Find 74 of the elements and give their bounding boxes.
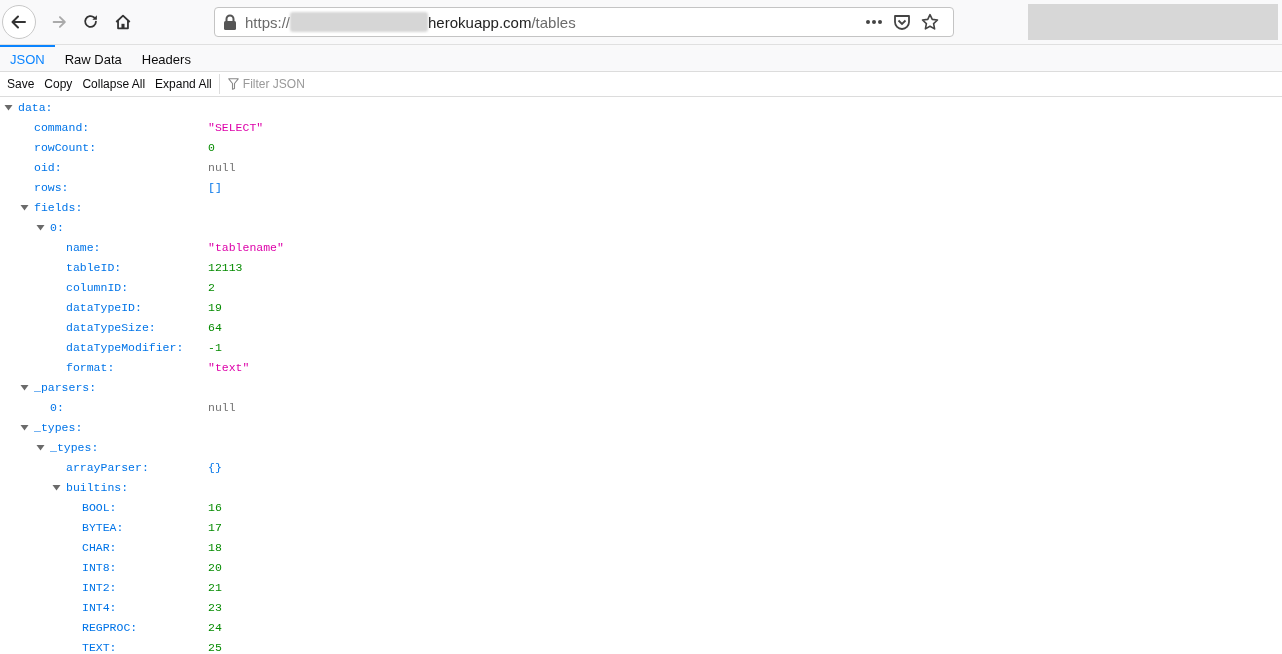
json-value: 17 — [208, 520, 222, 534]
json-key: columnID: — [66, 280, 129, 294]
more-icon[interactable] — [865, 19, 883, 25]
json-value: 23 — [208, 600, 222, 614]
json-key: INT2: — [82, 580, 117, 594]
json-value: "SELECT" — [208, 120, 264, 134]
toolbar-button[interactable]: Save — [2, 77, 40, 91]
url-scheme: https:// — [245, 13, 291, 31]
expand-toggle-icon[interactable] — [36, 222, 45, 232]
json-key: builtins: — [66, 480, 129, 494]
expand-toggle-icon[interactable] — [52, 482, 61, 492]
json-value: "tablename" — [208, 240, 284, 254]
json-value: null — [208, 400, 236, 414]
json-value: -1 — [208, 340, 222, 354]
lock-icon — [223, 14, 237, 30]
url-host: herokuapp.com — [428, 13, 532, 31]
json-value: 21 — [208, 580, 222, 594]
json-value: 64 — [208, 320, 222, 334]
back-button[interactable] — [2, 5, 36, 39]
expand-toggle-icon[interactable] — [20, 202, 29, 212]
star-icon[interactable] — [921, 13, 939, 31]
toolbar-button[interactable]: Copy — [39, 77, 78, 91]
json-key: data: — [18, 100, 53, 114]
json-key: BYTEA: — [82, 520, 124, 534]
json-value: 2 — [208, 280, 215, 294]
viewer-tab[interactable]: Raw Data — [54, 45, 132, 71]
json-key: rowCount: — [34, 140, 97, 154]
json-key: INT4: — [82, 600, 117, 614]
json-value: 24 — [208, 620, 222, 634]
json-key: arrayParser: — [66, 460, 149, 474]
json-key: _types: — [50, 440, 99, 454]
expand-toggle-icon[interactable] — [20, 382, 29, 392]
viewer-tab[interactable]: Headers — [131, 45, 201, 71]
json-key: fields: — [34, 200, 83, 214]
toolbar-button[interactable]: Collapse All — [77, 77, 151, 91]
json-key: 0: — [50, 400, 64, 414]
json-key: rows: — [34, 180, 69, 194]
json-key: TEXT: — [82, 640, 117, 654]
json-value: [] — [208, 180, 222, 194]
json-key: INT8: — [82, 560, 117, 574]
json-key: REGPROC: — [82, 620, 138, 634]
expand-toggle-icon[interactable] — [20, 422, 29, 432]
filter-icon — [227, 78, 239, 90]
home-icon[interactable] — [114, 13, 132, 31]
json-value: null — [208, 160, 236, 174]
json-key: _types: — [34, 420, 83, 434]
json-value: 25 — [208, 640, 222, 654]
json-key: tableID: — [66, 260, 122, 274]
pocket-icon[interactable] — [893, 13, 911, 31]
json-key: command: — [34, 120, 90, 134]
json-value: 19 — [208, 300, 222, 314]
json-key: name: — [66, 240, 101, 254]
json-key: dataTypeID: — [66, 300, 142, 314]
json-key: oid: — [34, 160, 62, 174]
json-key: dataTypeModifier: — [66, 340, 184, 354]
json-key: _parsers: — [34, 380, 97, 394]
toolbar-button[interactable]: Expand All — [150, 77, 217, 91]
expand-toggle-icon[interactable] — [4, 102, 13, 112]
expand-toggle-icon[interactable] — [36, 442, 45, 452]
json-value: 12113 — [208, 260, 243, 274]
json-value: 20 — [208, 560, 222, 574]
url-path: /tables — [531, 13, 576, 31]
json-value: "text" — [208, 360, 250, 374]
address-bar[interactable]: https:// herokuapp.com/tables — [214, 7, 954, 37]
json-key: 0: — [50, 220, 64, 234]
reload-icon[interactable] — [82, 13, 100, 31]
json-value: 18 — [208, 540, 222, 554]
json-value: {} — [208, 460, 222, 474]
json-value: 16 — [208, 500, 222, 514]
json-key: format: — [66, 360, 115, 374]
json-value: 0 — [208, 140, 215, 154]
json-key: dataTypeSize: — [66, 320, 156, 334]
json-key: BOOL: — [82, 500, 117, 514]
json-key: CHAR: — [82, 540, 117, 554]
